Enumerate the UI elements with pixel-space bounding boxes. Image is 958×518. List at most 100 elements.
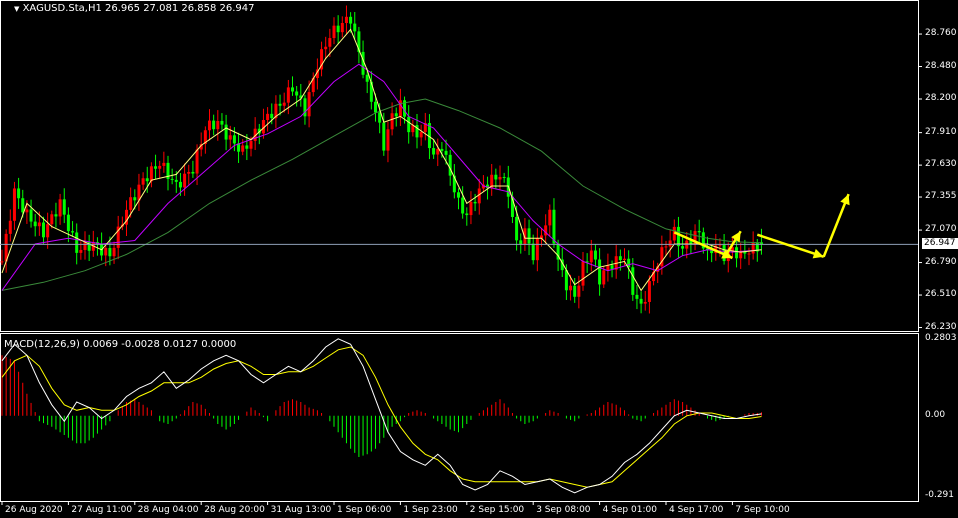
candle-body [502, 176, 506, 178]
candle-body [195, 149, 199, 174]
time-tick-label: 3 Sep 08:00 [536, 505, 591, 515]
candle-body [228, 135, 232, 140]
candle-body [12, 188, 16, 221]
time-tick-label: 28 Aug 04:00 [137, 505, 199, 515]
price-tick-label: 27.910 [925, 126, 957, 137]
candle-body [340, 22, 344, 33]
symbol-header: ▼ XAGUSD.Sta,H1 26.965 27.081 26.858 26.… [14, 3, 255, 15]
candle-body [79, 249, 83, 253]
candle-body [162, 162, 166, 166]
candle-body [639, 298, 643, 304]
candle-body [440, 148, 444, 151]
macd-header: MACD(12,26,9) 0.0069 -0.0028 0.0127 0.00… [4, 339, 236, 351]
candle-body [494, 174, 498, 180]
candle-body [444, 150, 448, 155]
candle-body [33, 221, 37, 227]
candle-body [635, 294, 639, 299]
candle-body [564, 270, 568, 291]
candle-body [112, 247, 116, 257]
time-tick-label: 2 Sep 15:00 [469, 505, 525, 515]
candle-body [681, 246, 685, 249]
candle-body [291, 87, 294, 92]
candle-body [58, 199, 62, 217]
arrow-head [812, 248, 824, 259]
chart-canvas [0, 0, 922, 505]
candle-body [220, 120, 224, 125]
macd-histogram [1, 355, 762, 457]
candle-body [145, 178, 149, 182]
candle-body [382, 122, 386, 151]
candle-body [336, 25, 340, 33]
time-tick-label: 1 Sep 23:00 [403, 505, 458, 515]
ma-fast-line [1, 28, 762, 292]
candle-body [29, 209, 33, 222]
candle-body [349, 16, 353, 24]
candle-body [589, 250, 593, 263]
candle-body [432, 148, 436, 155]
candlestick-series [0, 5, 763, 314]
candle-body [390, 113, 394, 130]
candle-body [581, 261, 585, 286]
candle-body [174, 179, 178, 182]
candle-body [328, 38, 332, 47]
candle-body [154, 166, 158, 169]
candle-body [419, 131, 423, 138]
candle-body [623, 258, 626, 261]
candle-body [676, 226, 680, 247]
price-tick-label: 26.790 [925, 256, 957, 267]
candle-body [668, 240, 672, 247]
candle-body [62, 199, 66, 215]
symbol-ohlc-text: XAGUSD.Sta,H1 26.965 27.081 26.858 26.94… [22, 3, 255, 14]
candle-body [469, 201, 473, 216]
macd-params-text: MACD(12,26,9) 0.0069 -0.0028 0.0127 0.00… [4, 339, 237, 350]
candle-body [535, 238, 539, 261]
candle-body [54, 214, 58, 217]
candle-body [71, 231, 75, 233]
arrow-shaft [822, 193, 850, 258]
candle-body [344, 16, 348, 23]
candle-body [286, 87, 290, 103]
candle-body [17, 188, 21, 199]
time-tick-label: 7 Sep 10:00 [735, 505, 790, 515]
candle-body [569, 285, 573, 291]
candle-body [324, 46, 328, 50]
candle-body [498, 176, 502, 180]
candle-body [46, 224, 50, 238]
candle-body [37, 222, 41, 227]
candle-body [129, 197, 133, 210]
price-tick-label: 26.230 [925, 321, 957, 332]
candle-body [332, 25, 336, 39]
candle-body [158, 165, 162, 169]
candle-body [618, 256, 622, 261]
candle-body [307, 92, 311, 117]
time-tick-label: 28 Aug 20:00 [204, 505, 265, 515]
candle-body [365, 74, 369, 82]
candle-body [25, 209, 29, 213]
candle-body [548, 209, 552, 226]
candle-body [270, 113, 274, 119]
candle-body [552, 209, 556, 244]
candle-body [448, 154, 452, 176]
macd-tick-label: 0.2803 [925, 332, 957, 343]
price-tick-label: 27.355 [925, 191, 957, 202]
candle-body [602, 270, 606, 285]
candle-body [282, 102, 286, 106]
candle-body [631, 267, 635, 295]
chart-frame [0, 0, 922, 505]
candle-body [531, 243, 535, 261]
moving-average-lines [1, 28, 762, 292]
price-tick-label: 28.760 [925, 28, 957, 39]
collapse-triangle-icon[interactable]: ▼ [14, 5, 19, 13]
main-pane-border [0, 0, 919, 332]
arrow-shaft [756, 233, 825, 258]
price-tick-label: 26.510 [925, 289, 957, 300]
candle-body [108, 247, 112, 257]
candle-body [519, 240, 523, 244]
price-tick-label: 28.200 [925, 93, 957, 103]
candle-body [577, 285, 581, 297]
candle-body [208, 120, 211, 131]
candle-body [216, 120, 220, 130]
time-tick-label: 4 Sep 01:00 [602, 505, 657, 515]
candle-body [50, 214, 54, 225]
macd-tick-label: 0.00 [925, 409, 946, 420]
